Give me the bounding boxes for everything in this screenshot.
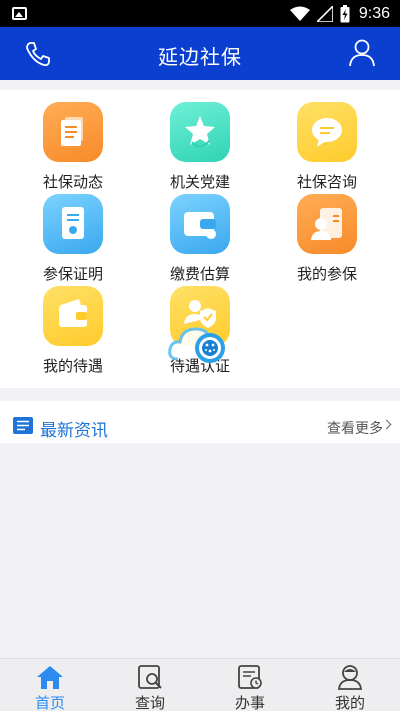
grid-item-label: 我的待遇: [42, 357, 103, 375]
id-card-icon: [297, 194, 357, 254]
page-title: 延边社保: [158, 45, 242, 69]
tab-label: 我的: [334, 694, 365, 711]
grid-item-label: 缴费估算: [169, 265, 230, 283]
grid-item-my-benefits[interactable]: 我的待遇: [18, 286, 128, 376]
image-icon: [12, 7, 27, 20]
status-time: 9:36: [358, 5, 390, 22]
bottom-tab-bar: 首页 查询 办事 我的: [0, 658, 400, 711]
grid-item-consulting[interactable]: 社保咨询: [272, 102, 382, 192]
user-icon[interactable]: [349, 39, 375, 67]
grid-item-party-building[interactable]: 机关党建: [145, 102, 255, 192]
tab-home[interactable]: 首页: [0, 659, 100, 711]
document-stack-icon: [43, 102, 103, 162]
home-icon: [37, 666, 63, 689]
search-doc-icon: [138, 665, 162, 689]
profile-icon: [337, 665, 363, 690]
wifi-icon: [289, 6, 310, 21]
chevron-right-icon[interactable]: [381, 419, 392, 430]
floating-assistant-button[interactable]: [168, 315, 232, 367]
app-header: 延边社保: [0, 27, 400, 80]
news-section-title: 最新资讯: [40, 421, 108, 441]
grid-item-label: 参保证明: [42, 265, 103, 283]
wallet-card-icon: [170, 194, 230, 254]
wallet-icon: [43, 286, 103, 346]
tab-mine[interactable]: 我的: [300, 659, 400, 711]
battery-charging-icon: [340, 5, 350, 23]
star-ribbon-icon: [170, 102, 230, 162]
grid-item-social-news[interactable]: 社保动态: [18, 102, 128, 192]
news-list-icon: [13, 417, 33, 434]
tab-label: 首页: [34, 694, 65, 711]
grid-item-insurance-certificate[interactable]: 参保证明: [18, 194, 128, 284]
view-more-link[interactable]: 查看更多: [327, 418, 383, 438]
task-clock-icon: [238, 665, 262, 689]
certificate-icon: [43, 194, 103, 254]
grid-item-label: 社保咨询: [296, 173, 357, 191]
grid-item-label: 我的参保: [296, 265, 357, 283]
grid-item-label: 社保动态: [42, 173, 103, 191]
tab-label: 办事: [234, 694, 265, 711]
grid-item-payment-estimate[interactable]: 缴费估算: [145, 194, 255, 284]
news-section-header: 最新资讯 查看更多: [0, 401, 400, 443]
tab-query[interactable]: 查询: [100, 659, 200, 711]
chat-bubble-icon: [297, 102, 357, 162]
grid-item-label: 机关党建: [169, 173, 230, 191]
status-bar: 9:36: [0, 0, 400, 27]
tab-label: 查询: [134, 694, 165, 711]
tab-service[interactable]: 办事: [200, 659, 300, 711]
grid-item-my-insurance[interactable]: 我的参保: [272, 194, 382, 284]
system-icons: 9:36: [289, 4, 390, 24]
signal-icon: [316, 6, 333, 22]
